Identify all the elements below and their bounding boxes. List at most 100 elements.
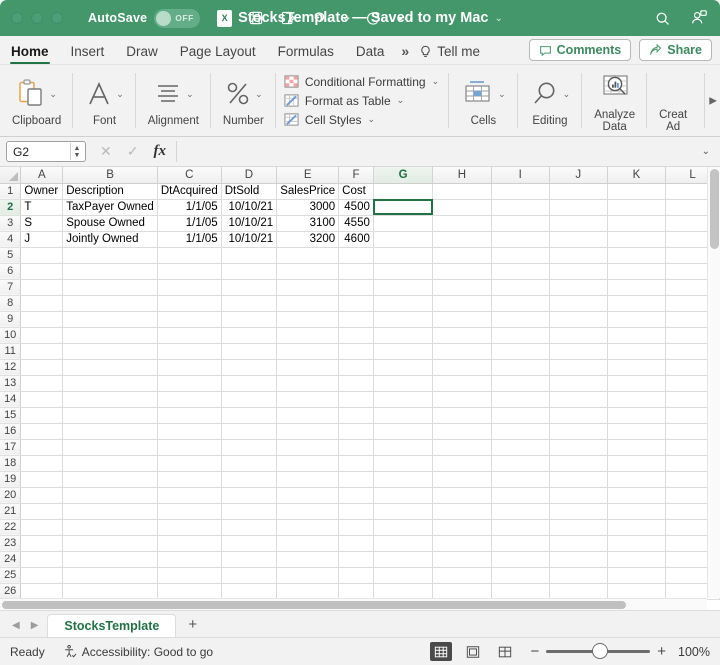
cell-F9[interactable] xyxy=(338,311,374,328)
cell-C7[interactable] xyxy=(157,279,222,296)
ribbon-group-cells[interactable]: ⌄ Cells xyxy=(449,65,518,136)
row-header-12[interactable]: 12 xyxy=(0,359,22,376)
cell-A26[interactable] xyxy=(20,583,64,600)
cell-K25[interactable] xyxy=(607,567,667,584)
zoom-slider-handle[interactable] xyxy=(592,643,609,659)
cell-A14[interactable] xyxy=(20,391,64,408)
cell-G11[interactable] xyxy=(373,343,434,360)
cell-C18[interactable] xyxy=(157,455,222,472)
cell-H4[interactable] xyxy=(432,231,492,248)
cell-K23[interactable] xyxy=(607,535,667,552)
cell-H23[interactable] xyxy=(432,535,492,552)
cell-H18[interactable] xyxy=(432,455,492,472)
cell-I19[interactable] xyxy=(491,471,550,488)
cell-I16[interactable] xyxy=(491,423,550,440)
column-header-a[interactable]: A xyxy=(20,167,64,184)
cell-B23[interactable] xyxy=(62,535,158,552)
tab-home[interactable]: Home xyxy=(0,44,60,64)
cell-F17[interactable] xyxy=(338,439,374,456)
cell-K15[interactable] xyxy=(607,407,667,424)
cell-E7[interactable] xyxy=(276,279,340,296)
cell-J20[interactable] xyxy=(549,487,608,504)
cell-A8[interactable] xyxy=(20,295,64,312)
cell-E4[interactable]: 3200 xyxy=(276,231,340,248)
cell-C3[interactable]: 1/1/05 xyxy=(157,215,222,232)
number-chevron-down-icon[interactable]: ⌄ xyxy=(255,89,263,100)
cell-A12[interactable] xyxy=(20,359,64,376)
cell-F4[interactable]: 4600 xyxy=(338,231,374,248)
tab-insert[interactable]: Insert xyxy=(60,44,116,64)
column-header-d[interactable]: D xyxy=(221,167,278,184)
cell-G18[interactable] xyxy=(373,455,434,472)
cell-D11[interactable] xyxy=(221,343,278,360)
cell-G25[interactable] xyxy=(373,567,434,584)
cell-H11[interactable] xyxy=(432,343,492,360)
cell-G20[interactable] xyxy=(373,487,434,504)
spreadsheet-grid[interactable]: A B C D E F G H I J K L 1 Owner Description DtAcquired D… xyxy=(0,167,720,610)
cell-E24[interactable] xyxy=(276,551,340,568)
cell-G9[interactable] xyxy=(373,311,434,328)
cell-C15[interactable] xyxy=(157,407,222,424)
tell-me-button[interactable]: Tell me xyxy=(415,44,488,64)
cell-A9[interactable] xyxy=(20,311,64,328)
cell-H20[interactable] xyxy=(432,487,492,504)
cell-H3[interactable] xyxy=(432,215,492,232)
row-header-14[interactable]: 14 xyxy=(0,391,22,408)
cell-J2[interactable] xyxy=(549,199,608,216)
tabs-overflow-icon[interactable]: » xyxy=(395,43,415,64)
cell-B9[interactable] xyxy=(62,311,158,328)
row-header-5[interactable]: 5 xyxy=(0,247,22,264)
cell-A21[interactable] xyxy=(20,503,64,520)
cell-B16[interactable] xyxy=(62,423,158,440)
cell-F5[interactable] xyxy=(338,247,374,264)
cell-F24[interactable] xyxy=(338,551,374,568)
next-sheet-icon[interactable]: ▶ xyxy=(31,620,39,631)
cell-A7[interactable] xyxy=(20,279,64,296)
cell-D5[interactable] xyxy=(221,247,278,264)
cell-B1[interactable]: Description xyxy=(62,183,158,200)
cell-H2[interactable] xyxy=(432,199,492,216)
cell-E18[interactable] xyxy=(276,455,340,472)
cell-A18[interactable] xyxy=(20,455,64,472)
cell-C4[interactable]: 1/1/05 xyxy=(157,231,222,248)
cell-E21[interactable] xyxy=(276,503,340,520)
cell-H16[interactable] xyxy=(432,423,492,440)
cell-I21[interactable] xyxy=(491,503,550,520)
cell-H14[interactable] xyxy=(432,391,492,408)
cell-G23[interactable] xyxy=(373,535,434,552)
cell-J21[interactable] xyxy=(549,503,608,520)
cell-D24[interactable] xyxy=(221,551,278,568)
cell-B12[interactable] xyxy=(62,359,158,376)
column-header-h[interactable]: H xyxy=(432,167,492,184)
cell-K18[interactable] xyxy=(607,455,667,472)
cell-J4[interactable] xyxy=(549,231,608,248)
cell-I6[interactable] xyxy=(491,263,550,280)
cell-E25[interactable] xyxy=(276,567,340,584)
cells-chevron-down-icon[interactable]: ⌄ xyxy=(498,89,506,100)
cell-F13[interactable] xyxy=(338,375,374,392)
accessibility-status[interactable]: Accessibility: Good to go xyxy=(63,644,213,659)
cell-B5[interactable] xyxy=(62,247,158,264)
conditional-formatting-button[interactable]: Conditional Formatting ⌄ xyxy=(284,74,439,89)
cell-H9[interactable] xyxy=(432,311,492,328)
cell-I2[interactable] xyxy=(491,199,550,216)
cell-H6[interactable] xyxy=(432,263,492,280)
conditional-formatting-chevron-down-icon[interactable]: ⌄ xyxy=(432,76,440,87)
cell-K14[interactable] xyxy=(607,391,667,408)
cell-H12[interactable] xyxy=(432,359,492,376)
cell-C2[interactable]: 1/1/05 xyxy=(157,199,222,216)
confirm-formula-icon[interactable]: ✓ xyxy=(127,143,139,160)
zoom-track[interactable] xyxy=(546,643,651,659)
cell-B10[interactable] xyxy=(62,327,158,344)
cell-H19[interactable] xyxy=(432,471,492,488)
ribbon-group-alignment[interactable]: ⌄ Alignment xyxy=(136,65,212,136)
page-layout-view-icon[interactable] xyxy=(462,642,484,661)
cell-F23[interactable] xyxy=(338,535,374,552)
cell-B13[interactable] xyxy=(62,375,158,392)
cell-F18[interactable] xyxy=(338,455,374,472)
row-header-16[interactable]: 16 xyxy=(0,423,22,440)
cell-J22[interactable] xyxy=(549,519,608,536)
cell-J1[interactable] xyxy=(549,183,608,200)
cell-D25[interactable] xyxy=(221,567,278,584)
cell-A20[interactable] xyxy=(20,487,64,504)
